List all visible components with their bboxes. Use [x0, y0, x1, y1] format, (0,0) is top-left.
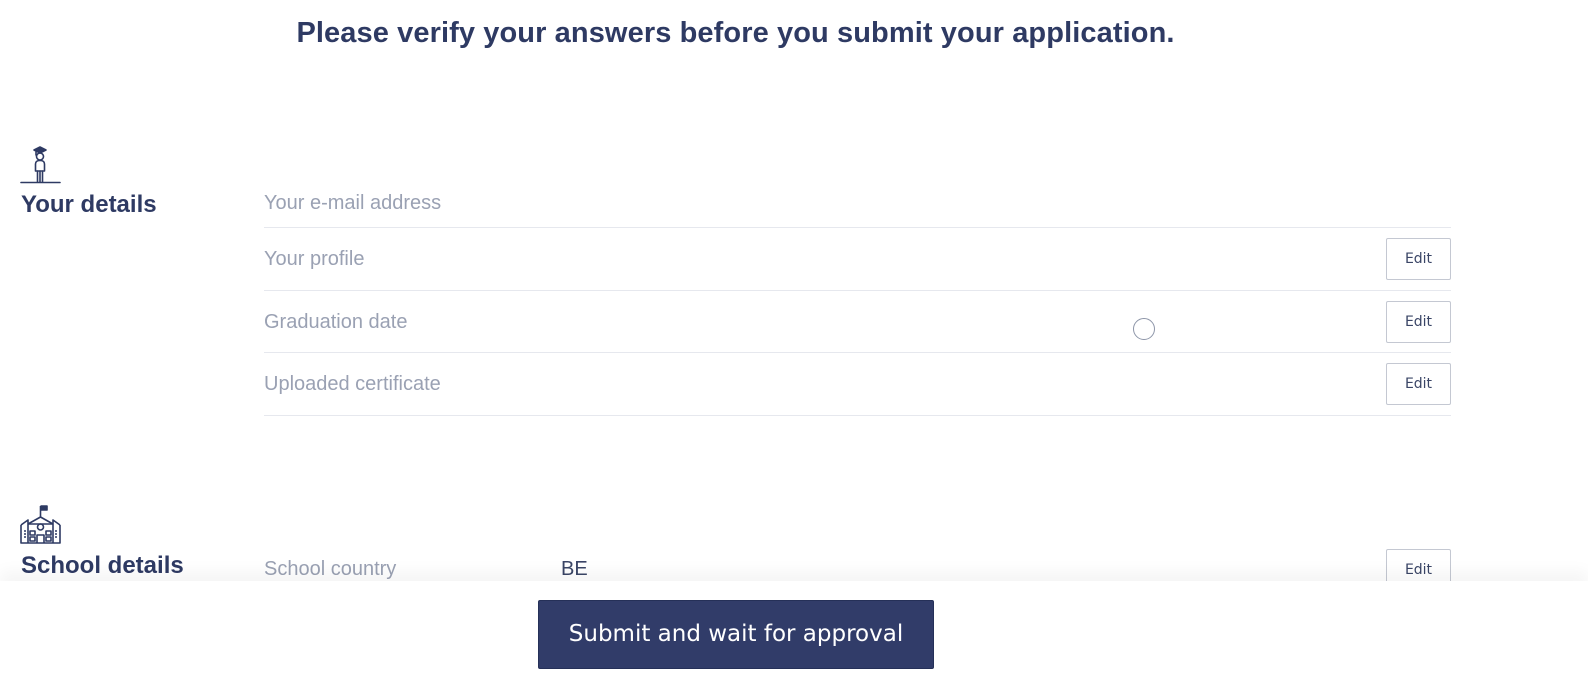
row-uploaded-certificate: Uploaded certificate Edit [264, 353, 1451, 416]
graduate-icon [20, 144, 61, 184]
row-email: Your e-mail address [264, 175, 1451, 228]
page-heading: Please verify your answers before you su… [296, 17, 1175, 49]
submit-bar: Submit and wait for approval [0, 581, 1588, 699]
school-building-icon [20, 505, 61, 545]
edit-profile-button[interactable]: Edit [1386, 238, 1451, 280]
row-label: Graduation date [264, 311, 408, 333]
row-label: Uploaded certificate [264, 373, 441, 395]
row-value: BE [561, 558, 588, 580]
application-review-page: Please verify your answers before you su… [0, 0, 1588, 699]
mouse-cursor-indicator [1133, 318, 1155, 340]
edit-graduation-date-button[interactable]: Edit [1386, 301, 1451, 343]
section-title-your-details: Your details [21, 191, 157, 218]
row-label: School country [264, 558, 397, 580]
row-label: Your e-mail address [264, 192, 442, 214]
row-graduation-date: Graduation date Edit [264, 291, 1451, 353]
row-label: Your profile [264, 248, 365, 270]
row-profile: Your profile Edit [264, 228, 1451, 291]
your-details-list: Your e-mail address Your profile Edit Gr… [264, 175, 1451, 416]
edit-certificate-button[interactable]: Edit [1386, 363, 1451, 405]
submit-button[interactable]: Submit and wait for approval [538, 600, 934, 669]
section-title-school-details: School details [21, 552, 184, 579]
